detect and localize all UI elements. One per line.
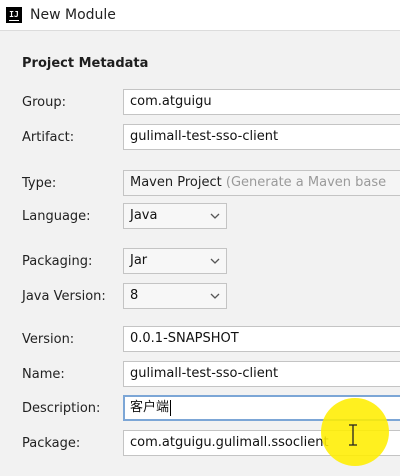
text-caret xyxy=(170,399,172,416)
artifact-label: Artifact: xyxy=(22,130,75,145)
language-dropdown[interactable]: Java xyxy=(123,203,227,229)
packaging-label: Packaging: xyxy=(22,254,93,269)
package-label: Package: xyxy=(22,436,81,451)
chevron-down-icon xyxy=(210,257,220,265)
java-version-value: 8 xyxy=(130,288,139,303)
title-bar: IJ New Module xyxy=(0,0,400,31)
intellij-idea-icon: IJ xyxy=(6,7,22,23)
name-label: Name: xyxy=(22,367,65,382)
chevron-down-icon xyxy=(210,292,220,300)
group-label: Group: xyxy=(22,95,66,110)
language-value: Java xyxy=(130,208,158,223)
window-title: New Module xyxy=(30,7,116,23)
type-select[interactable]: Maven Project (Generate a Maven base xyxy=(123,170,400,196)
group-field[interactable]: com.atguigu xyxy=(123,89,400,115)
java-version-dropdown[interactable]: 8 xyxy=(123,283,227,309)
type-hint: (Generate a Maven base xyxy=(225,175,387,190)
text-cursor-icon xyxy=(348,424,358,446)
artifact-field[interactable]: gulimall-test-sso-client xyxy=(123,124,400,150)
description-value: 客户端 xyxy=(130,400,170,415)
name-field[interactable]: gulimall-test-sso-client xyxy=(123,361,400,387)
version-field[interactable]: 0.0.1-SNAPSHOT xyxy=(123,326,400,352)
packaging-dropdown[interactable]: Jar xyxy=(123,248,227,274)
chevron-down-icon xyxy=(210,212,220,220)
type-label: Type: xyxy=(22,176,57,191)
version-label: Version: xyxy=(22,332,75,347)
java-version-label: Java Version: xyxy=(22,289,106,304)
language-label: Language: xyxy=(22,209,91,224)
type-value: Maven Project xyxy=(130,175,222,190)
section-title: Project Metadata xyxy=(22,56,149,71)
packaging-value: Jar xyxy=(130,253,148,268)
description-label: Description: xyxy=(22,401,101,416)
